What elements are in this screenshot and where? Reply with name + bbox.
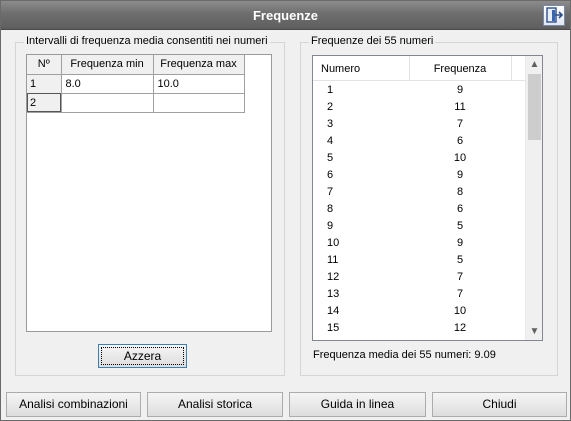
window-title: Frequenze	[252, 8, 318, 23]
frequenza-cell: 10	[453, 305, 467, 317]
list-item[interactable]: 2 11	[313, 99, 526, 116]
grid-row-number: 1	[27, 74, 62, 94]
grid-cell-max[interactable]: 10.0	[153, 74, 245, 94]
frequenza-cell: 11	[454, 101, 466, 113]
frequenza-cell: 5	[456, 220, 464, 232]
frequenza-cell: 9	[456, 84, 464, 96]
intervals-group-title: Intervalli di frequenza media consentiti…	[24, 35, 270, 47]
list-item[interactable]: 12 7	[313, 269, 526, 286]
frequenza-cell: 9	[456, 169, 464, 181]
average-frequency-text: Frequenza media dei 55 numeri: 9.09	[313, 349, 496, 361]
grid-cell-max[interactable]	[153, 93, 245, 113]
frequenza-cell: 10	[453, 152, 467, 164]
frequenza-cell: 12	[453, 322, 467, 334]
list-item[interactable]: 15 12	[313, 320, 526, 337]
frequenza-cell: 6	[456, 135, 464, 147]
list-item[interactable]: 5 10	[313, 150, 526, 167]
numero-cell: 14	[327, 305, 340, 317]
scroll-up-icon[interactable]: ▲	[526, 56, 542, 73]
intervals-grid[interactable]: Nº Frequenza min Frequenza max 1 8.0 10.…	[26, 54, 272, 332]
list-header: Numero Frequenza	[313, 56, 526, 81]
list-item[interactable]: 19	[313, 82, 526, 99]
grid-header-min: Frequenza min	[61, 55, 154, 75]
frequenza-cell: 7	[456, 118, 464, 130]
list-item[interactable]: 78	[313, 184, 526, 201]
numero-cell: 11	[327, 254, 339, 266]
reset-button[interactable]: Azzera	[98, 344, 187, 368]
grid-row[interactable]: 2	[27, 93, 245, 113]
numero-cell: 15	[327, 322, 340, 334]
scrollbar-thumb[interactable]	[528, 74, 541, 140]
list-item[interactable]: 37	[313, 116, 526, 133]
list-item[interactable]: 46	[313, 133, 526, 150]
frequenza-cell: 7	[456, 288, 464, 300]
numero-cell: 12	[327, 271, 340, 283]
analisi-storica-button[interactable]: Analisi storica	[147, 392, 283, 417]
analisi-combinazioni-button[interactable]: Analisi combinazioni	[6, 392, 141, 417]
numero-cell: 13	[327, 288, 340, 300]
frequenza-cell: 7	[456, 271, 464, 283]
grid-cell-min[interactable]	[61, 93, 154, 113]
frequenze-window: Frequenze Intervalli di frequenza media …	[0, 0, 571, 421]
exit-button[interactable]	[543, 5, 565, 26]
frequencies-list[interactable]: Numero Frequenza 1 9 2 11 3 7 4 6 5 10 6 9 7 8 8 6 9 5 10 9…	[312, 55, 543, 341]
frequenza-cell: 8	[456, 186, 464, 198]
frequenza-cell: 5	[456, 254, 464, 266]
numero-cell: 1	[327, 84, 334, 96]
list-item[interactable]: 14 10	[313, 303, 526, 320]
column-divider[interactable]	[511, 56, 512, 81]
grid-cell-min[interactable]: 8.0	[61, 74, 154, 94]
list-item[interactable]: 69	[313, 167, 526, 184]
list-item[interactable]: 86	[313, 201, 526, 218]
numero-cell: 8	[327, 203, 334, 215]
scroll-down-icon[interactable]: ▼	[526, 323, 542, 340]
list-item[interactable]: 13 7	[313, 286, 526, 303]
numero-cell: 10	[327, 237, 340, 249]
guida-in-linea-button[interactable]: Guida in linea	[289, 392, 426, 417]
numero-cell: 5	[327, 152, 334, 164]
list-item[interactable]: 95	[313, 218, 526, 235]
frequenza-cell: 6	[456, 203, 464, 215]
frequencies-group-title: Frequenze dei 55 numeri	[309, 35, 436, 47]
title-bar: Frequenze	[1, 1, 570, 30]
list-item[interactable]: 10 9	[313, 235, 526, 252]
grid-row-number: 2	[27, 93, 62, 113]
numero-cell: 6	[327, 169, 334, 181]
grid-row[interactable]: 1 8.0 10.0	[27, 74, 245, 94]
numero-cell: 2	[327, 101, 334, 113]
frequenza-cell: 9	[456, 237, 464, 249]
list-item[interactable]: 11 5	[313, 252, 526, 269]
grid-header-n: Nº	[27, 55, 62, 75]
numero-cell: 9	[327, 220, 334, 232]
grid-header-max: Frequenza max	[153, 55, 245, 75]
numero-cell: 4	[327, 135, 334, 147]
exit-door-icon	[546, 7, 564, 23]
vertical-scrollbar[interactable]: ▲ ▼	[525, 56, 542, 340]
chiudi-button[interactable]: Chiudi	[432, 392, 567, 417]
numero-cell: 3	[327, 118, 334, 130]
numero-cell: 7	[327, 186, 334, 198]
column-header-numero[interactable]: Numero	[321, 63, 360, 75]
column-header-frequenza[interactable]: Frequenza	[409, 63, 511, 75]
